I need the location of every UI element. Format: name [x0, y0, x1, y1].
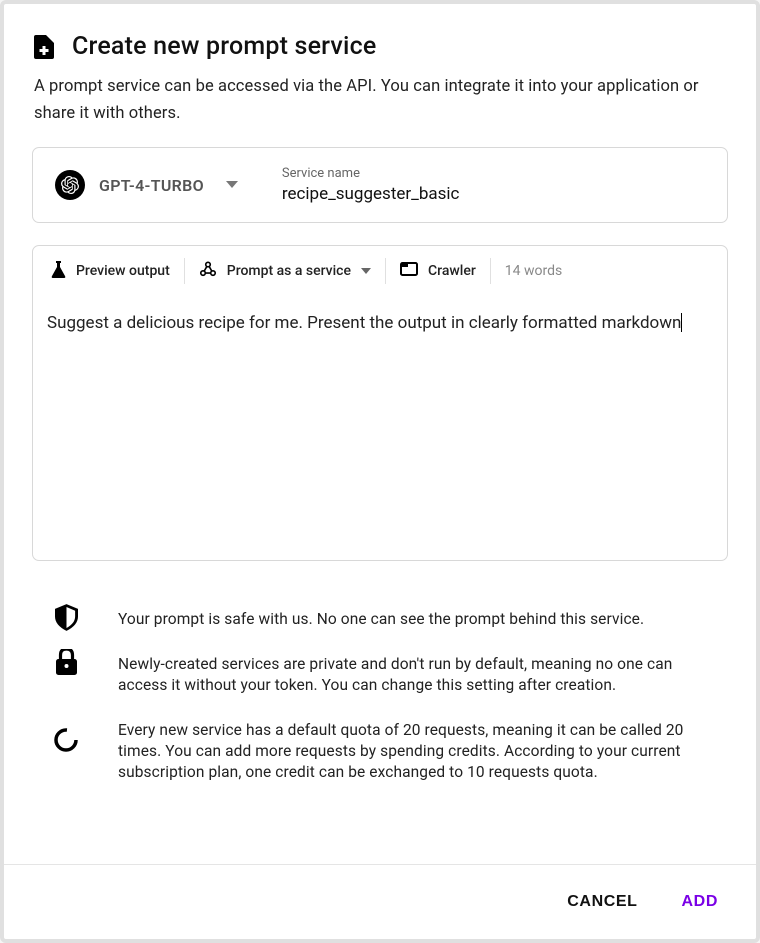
config-box: GPT-4-TURBO Service name recipe_suggeste… [32, 147, 728, 223]
lock-icon [52, 646, 80, 675]
modal-footer: CANCEL ADD [4, 864, 756, 939]
crawler-icon [400, 262, 418, 280]
model-label: GPT-4-TURBO [99, 176, 204, 195]
service-name-label: Service name [282, 166, 460, 181]
info-private-text: Newly-created services are private and d… [118, 646, 708, 704]
prompt-toolbar: Preview output Prompt as a service [33, 246, 727, 296]
service-name-value: recipe_suggester_basic [282, 184, 460, 204]
preview-output-label: Preview output [76, 263, 170, 279]
shield-icon [52, 601, 80, 631]
prompt-content: Suggest a delicious recipe for me. Prese… [47, 313, 681, 333]
chevron-down-icon [226, 181, 238, 189]
model-selector[interactable]: GPT-4-TURBO [55, 170, 238, 200]
webhook-icon [199, 261, 217, 282]
openai-icon [55, 170, 85, 200]
chevron-down-icon [361, 268, 371, 274]
flask-icon [51, 261, 66, 282]
quota-icon [52, 712, 80, 752]
crawler-label: Crawler [428, 263, 476, 279]
word-count: 14 words [491, 263, 562, 279]
cancel-button[interactable]: CANCEL [563, 887, 641, 917]
text-cursor [681, 313, 682, 332]
modal-body: GPT-4-TURBO Service name recipe_suggeste… [4, 147, 756, 864]
prompt-as-service-button[interactable]: Prompt as a service [185, 258, 386, 284]
info-list: Your prompt is safe with us. No one can … [32, 601, 728, 809]
title-row: Create new prompt service [34, 32, 726, 61]
modal-subtitle: A prompt service can be accessed via the… [34, 73, 726, 127]
preview-output-button[interactable]: Preview output [47, 258, 185, 284]
service-name-field[interactable]: Service name recipe_suggester_basic [282, 166, 460, 204]
prompt-as-service-label: Prompt as a service [227, 263, 351, 279]
modal-header: Create new prompt service A prompt servi… [4, 4, 756, 147]
prompt-box: Preview output Prompt as a service [32, 245, 728, 561]
file-add-icon [34, 35, 54, 59]
crawler-button[interactable]: Crawler [386, 258, 491, 284]
info-quota-text: Every new service has a default quota of… [118, 712, 708, 791]
info-safe-text: Your prompt is safe with us. No one can … [118, 601, 644, 638]
modal-title: Create new prompt service [72, 32, 376, 61]
create-prompt-service-modal: Create new prompt service A prompt servi… [0, 0, 760, 943]
info-private-row: Newly-created services are private and d… [52, 646, 708, 704]
info-quota-row: Every new service has a default quota of… [52, 712, 708, 791]
add-button[interactable]: ADD [678, 887, 722, 917]
info-safe-row: Your prompt is safe with us. No one can … [52, 601, 708, 638]
prompt-textarea[interactable]: Suggest a delicious recipe for me. Prese… [33, 296, 727, 560]
